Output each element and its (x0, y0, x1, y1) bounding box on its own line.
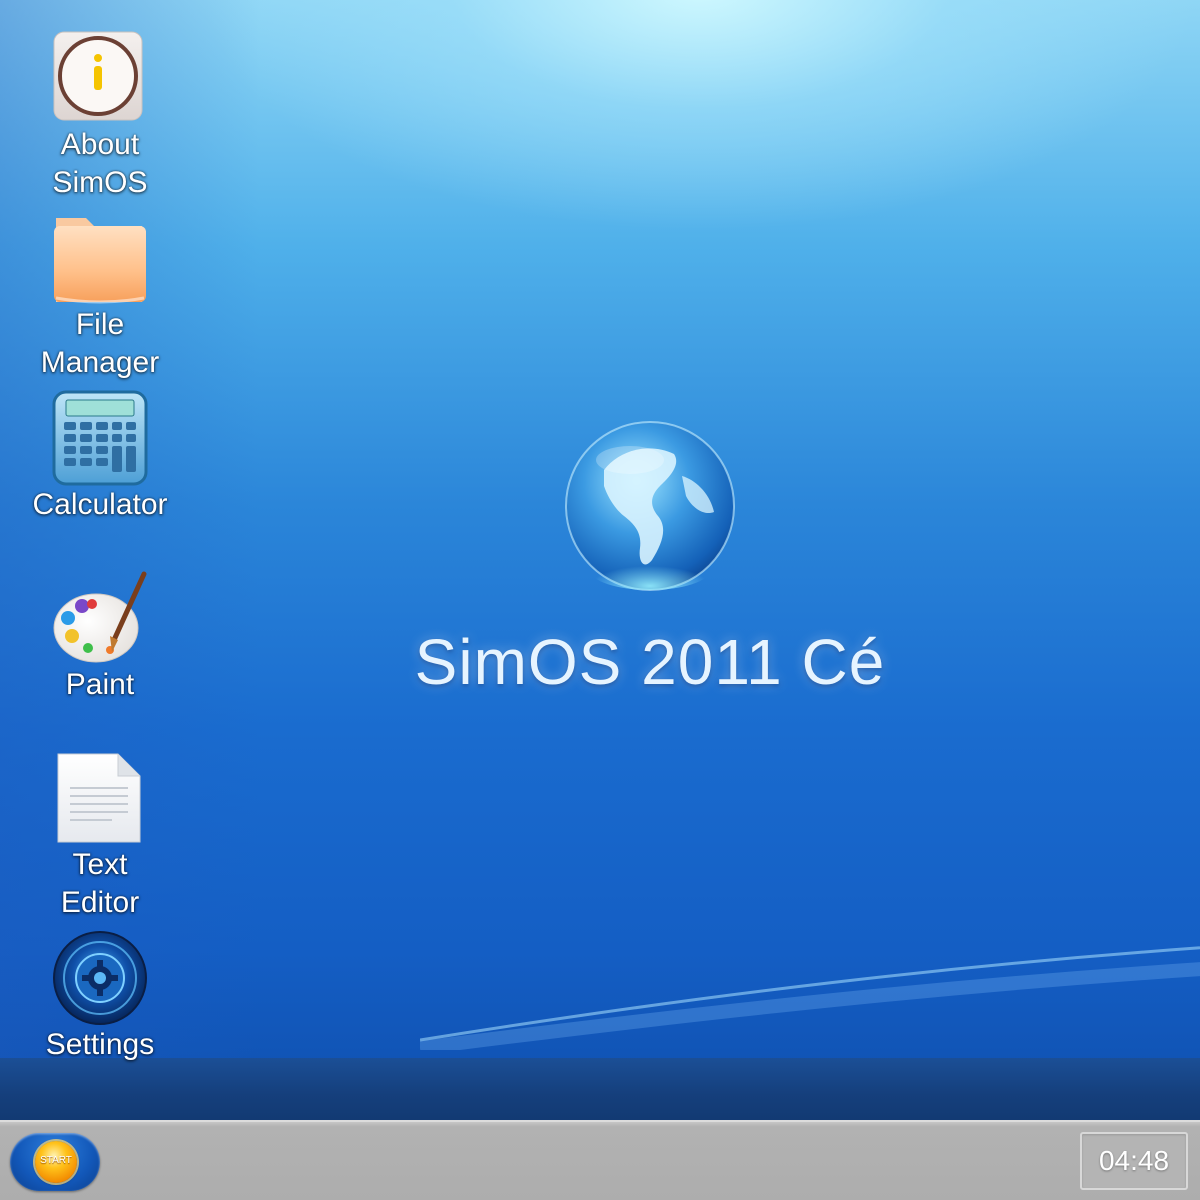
taskbar: START 04:48 (0, 1120, 1200, 1200)
taskbar-clock[interactable]: 04:48 (1080, 1132, 1188, 1190)
gear-icon (52, 930, 148, 1026)
wallpaper-bottom-band (0, 1058, 1200, 1120)
start-label: START (40, 1155, 72, 1166)
info-icon (52, 30, 148, 126)
desktop-icon-label: Calculator (32, 488, 168, 521)
desktop: About SimOS File Manager Calculator Pain… (0, 0, 1200, 1120)
desktop-icon-calculator[interactable]: Calculator (10, 390, 190, 524)
desktop-icon-settings[interactable]: Settings (10, 930, 190, 1064)
desktop-icon-label: About SimOS (52, 128, 148, 199)
desktop-icon-text-editor[interactable]: Text Editor (10, 750, 190, 922)
os-logo: SimOS 2011 Cé (400, 420, 900, 699)
wallpaper-swoosh (420, 946, 1200, 1050)
folder-icon (52, 210, 148, 306)
os-logo-title: SimOS 2011 Cé (414, 626, 886, 698)
paint-palette-icon (52, 570, 148, 666)
desktop-icon-file-manager[interactable]: File Manager (10, 210, 190, 382)
desktop-icon-label: File Manager (40, 308, 160, 379)
desktop-icon-paint[interactable]: Paint (10, 570, 190, 704)
start-orb-icon: START (35, 1141, 77, 1183)
desktop-icon-about-simos[interactable]: About SimOS (10, 30, 190, 202)
desktop-icon-label: Text Editor (60, 848, 140, 919)
document-icon (52, 750, 148, 846)
desktop-icon-label: Paint (65, 668, 135, 701)
desktop-icon-label: Settings (45, 1028, 155, 1061)
calculator-icon (52, 390, 148, 486)
globe-icon (565, 421, 735, 591)
start-button[interactable]: START (10, 1133, 100, 1191)
